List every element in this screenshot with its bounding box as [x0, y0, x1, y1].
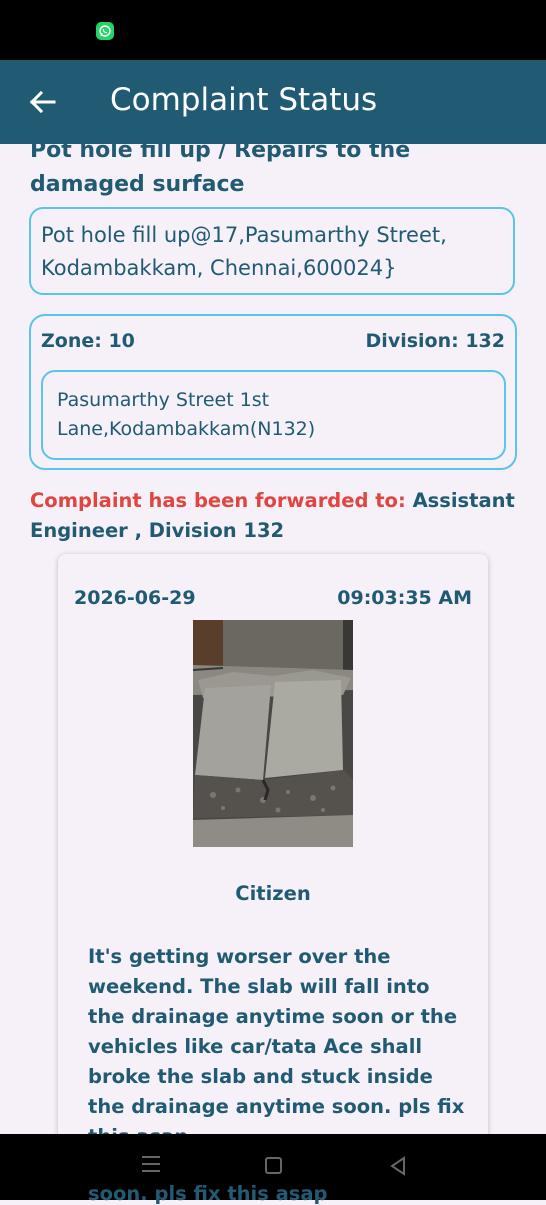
- status-update-card: 2026-06-29 09:03:35 AM Citizen It's gett…: [58, 554, 488, 1134]
- arrow-left-icon: [29, 90, 56, 114]
- overflow-comment-fragment: soon. pls fix this asap: [88, 1182, 328, 1205]
- street-address: Pasumarthy Street 1st Lane,Kodambakkam(N…: [41, 370, 506, 460]
- menu-icon[interactable]: [140, 1154, 162, 1174]
- page-title: Complaint Status: [110, 82, 378, 118]
- back-button[interactable]: [24, 86, 60, 118]
- update-date: 2026-06-29: [74, 587, 196, 609]
- update-comment: It's getting worser over the weekend. Th…: [88, 945, 465, 1134]
- complaint-description: Pot hole fill up@17,Pasumarthy Street, K…: [29, 207, 515, 295]
- complaint-photo[interactable]: [193, 620, 353, 847]
- status-bar: [0, 0, 546, 60]
- back-triangle-icon[interactable]: [388, 1155, 408, 1177]
- division-label: Division: 132: [365, 330, 505, 352]
- photo-broken-slab: [193, 620, 353, 847]
- update-time: 09:03:35 AM: [337, 587, 472, 609]
- whatsapp-icon: [96, 22, 114, 40]
- complaint-content[interactable]: Pot hole fill up / Repairs to the damage…: [0, 144, 546, 1134]
- location-box: Zone: 10 Division: 132 Pasumarthy Street…: [29, 314, 517, 470]
- forwarded-info: Complaint has been forwarded to: Assista…: [30, 486, 520, 546]
- complaint-subject: Pot hole fill up / Repairs to the damage…: [30, 144, 411, 197]
- forwarded-label: Complaint has been forwarded to:: [30, 489, 406, 512]
- update-author: Citizen: [235, 882, 311, 905]
- home-square-icon[interactable]: [265, 1157, 282, 1174]
- app-bar: Complaint Status: [0, 60, 546, 144]
- zone-label: Zone: 10: [41, 330, 135, 352]
